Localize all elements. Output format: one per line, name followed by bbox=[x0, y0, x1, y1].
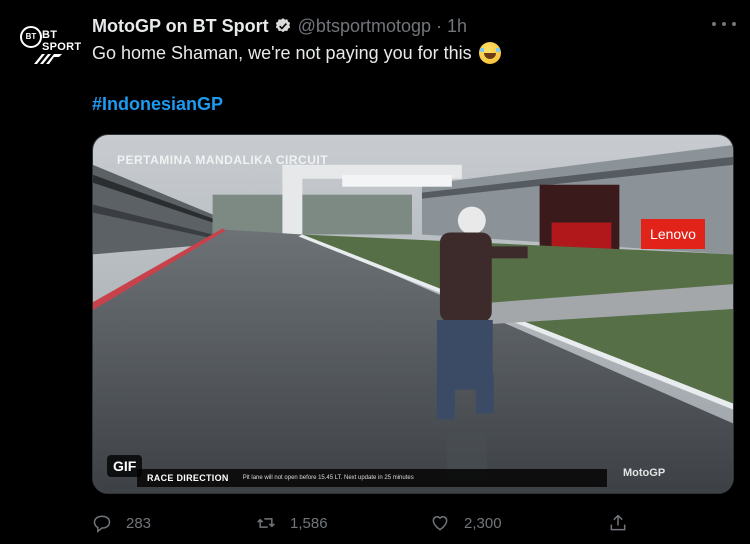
retweet-button[interactable]: 1,586 bbox=[256, 510, 328, 536]
retweet-count: 1,586 bbox=[290, 514, 328, 532]
more-dot bbox=[732, 22, 736, 26]
race-direction-title: RACE DIRECTION bbox=[147, 473, 229, 483]
like-count: 2,300 bbox=[464, 514, 502, 532]
timestamp[interactable]: 1h bbox=[447, 16, 467, 37]
more-dot bbox=[712, 22, 716, 26]
race-direction-message: Pit lane will not open before 15.45 LT. … bbox=[242, 475, 414, 481]
author-name[interactable]: MotoGP on BT Sport bbox=[92, 16, 269, 37]
tears-of-joy-emoji-icon bbox=[478, 42, 501, 64]
avatar[interactable]: BT BT SPORT bbox=[14, 22, 82, 72]
avatar-brand-text: BT SPORT bbox=[42, 29, 82, 53]
reply-button[interactable]: 283 bbox=[92, 510, 151, 536]
verified-badge-icon bbox=[275, 18, 290, 33]
gif-media[interactable]: PERTAMINA MANDALIKA CIRCUIT Lenovo RACE … bbox=[92, 134, 734, 494]
retweet-icon bbox=[257, 518, 275, 528]
author-handle[interactable]: @btsportmotogp bbox=[298, 16, 431, 37]
like-button[interactable]: 2,300 bbox=[430, 510, 502, 536]
race-direction-bar: RACE DIRECTION Pit lane will not open be… bbox=[137, 469, 607, 487]
more-options-icon[interactable] bbox=[712, 14, 736, 34]
tweet-body: Go home Shaman, we're not paying you for… bbox=[92, 42, 472, 63]
tweet-actions: 283 1,586 2,300 bbox=[92, 510, 652, 536]
reply-icon bbox=[93, 515, 111, 533]
reply-count: 283 bbox=[126, 514, 152, 532]
share-icon bbox=[610, 514, 626, 531]
more-dot bbox=[722, 22, 726, 26]
share-button[interactable] bbox=[608, 510, 642, 536]
circuit-label: PERTAMINA MANDALIKA CIRCUIT bbox=[117, 153, 329, 167]
separator-dot: · bbox=[436, 15, 442, 36]
motogp-logo-icon bbox=[34, 54, 62, 64]
tweet-text: Go home Shaman, we're not paying you for… bbox=[92, 42, 501, 64]
tweet-header: MotoGP on BT Sport @btsportmotogp · 1h bbox=[92, 14, 467, 38]
broadcast-logo: MotoGP bbox=[623, 467, 666, 479]
sponsor-board: Lenovo bbox=[641, 219, 705, 249]
bt-logo: BT bbox=[20, 26, 42, 48]
gif-badge: GIF bbox=[107, 455, 143, 477]
like-icon bbox=[432, 516, 448, 531]
race-track-scene bbox=[93, 135, 733, 493]
hashtag-link[interactable]: #IndonesianGP bbox=[92, 94, 223, 115]
